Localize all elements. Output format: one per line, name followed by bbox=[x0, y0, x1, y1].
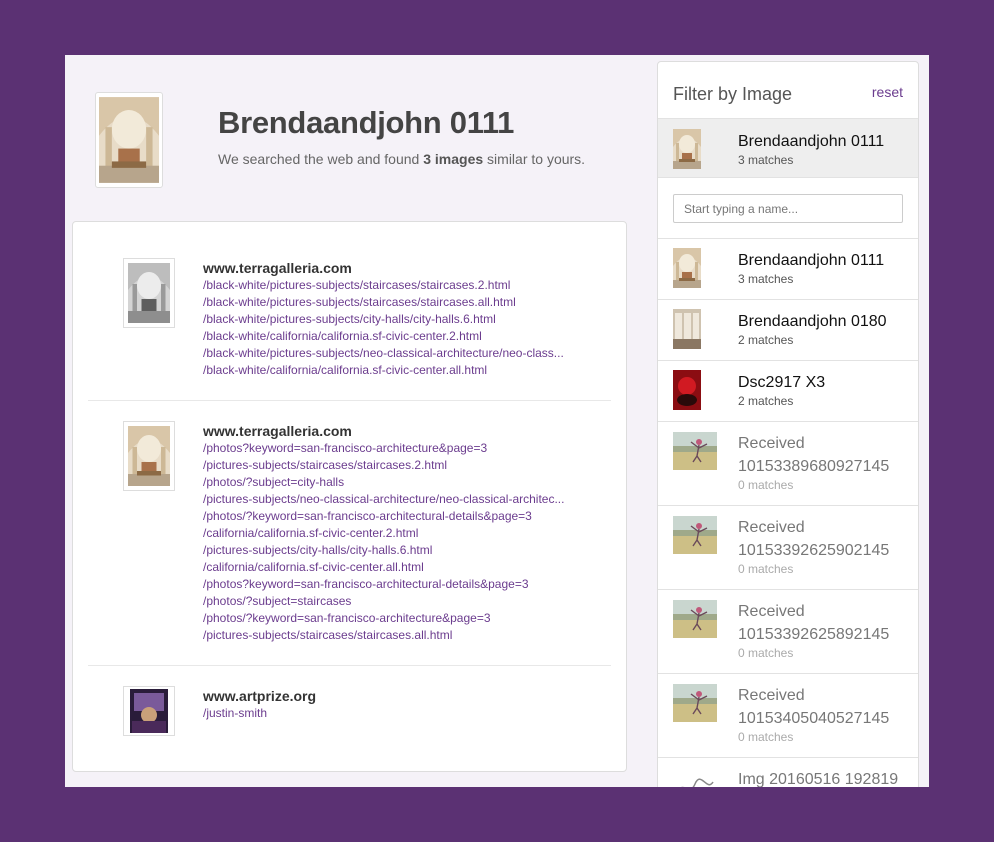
result-links: /justin-smith bbox=[203, 705, 583, 722]
result-link[interactable]: /pictures-subjects/city-halls/city-halls… bbox=[203, 542, 583, 559]
result-thumbnail[interactable] bbox=[123, 421, 175, 491]
image-list-item[interactable]: Received 10153389680927145 0 matches bbox=[658, 422, 918, 506]
image-list-item[interactable]: Received 10153392625892145 0 matches bbox=[658, 590, 918, 674]
image-name: Received 10153392625892145 bbox=[738, 603, 890, 643]
image-list-item[interactable]: Img 20160516 192819 bbox=[658, 758, 918, 787]
result-link[interactable]: /pictures-subjects/staircases/staircases… bbox=[203, 457, 583, 474]
image-thumbnail bbox=[673, 432, 717, 470]
image-list-item[interactable]: Dsc2917 X3 2 matches bbox=[658, 361, 918, 422]
match-count: 0 matches bbox=[738, 562, 794, 576]
image-list: Brendaandjohn 0111 3 matches Brendaandjo… bbox=[658, 238, 918, 787]
result-link[interactable]: /california/california.sf-civic-center.a… bbox=[203, 559, 583, 576]
image-thumbnail bbox=[673, 516, 717, 554]
result-link[interactable]: /black-white/pictures-subjects/city-hall… bbox=[203, 311, 583, 328]
result-link[interactable]: /black-white/california/california.sf-ci… bbox=[203, 328, 583, 345]
sidebar-title: Filter by Image bbox=[673, 84, 793, 104]
result-link[interactable]: /black-white/pictures-subjects/staircase… bbox=[203, 294, 583, 311]
summary-prefix: We searched the web and found bbox=[218, 151, 424, 167]
match-count: 2 matches bbox=[738, 394, 794, 408]
image-thumbnail bbox=[673, 768, 717, 787]
page-title: Brendaandjohn 0111 bbox=[218, 105, 515, 140]
match-count: 0 matches bbox=[738, 478, 794, 492]
result-site[interactable]: www.terragalleria.com bbox=[203, 423, 352, 439]
image-name: Img 20160516 192819 bbox=[738, 771, 899, 787]
selected-image: Brendaandjohn 0111 3 matches bbox=[658, 118, 918, 178]
image-thumbnail bbox=[673, 129, 701, 169]
query-image-thumbnail bbox=[95, 92, 163, 188]
result-item: www.artprize.org /justin-smith bbox=[88, 665, 611, 765]
result-site[interactable]: www.artprize.org bbox=[203, 688, 316, 704]
image-list-item[interactable]: Received 10153405040527145 0 matches bbox=[658, 674, 918, 758]
image-list-item[interactable]: Brendaandjohn 0180 2 matches bbox=[658, 300, 918, 361]
result-site[interactable]: www.terragalleria.com bbox=[203, 260, 352, 276]
match-count: 2 matches bbox=[738, 333, 794, 347]
filter-search-input[interactable] bbox=[673, 194, 903, 223]
result-link[interactable]: /pictures-subjects/staircases/staircases… bbox=[203, 627, 583, 644]
image-thumbnail bbox=[673, 370, 701, 410]
filter-sidebar: Filter by Image reset Brendaandjohn 0111… bbox=[657, 61, 919, 787]
image-name: Received 10153389680927145 bbox=[738, 435, 890, 475]
result-thumbnail[interactable] bbox=[123, 686, 175, 736]
image-thumbnail bbox=[673, 684, 717, 722]
result-link[interactable]: /black-white/pictures-subjects/staircase… bbox=[203, 277, 583, 294]
result-link[interactable]: /photos/?keyword=san-francisco-architect… bbox=[203, 508, 583, 525]
result-link[interactable]: /photos?keyword=san-francisco-architectu… bbox=[203, 440, 583, 457]
result-item: www.terragalleria.com /photos?keyword=sa… bbox=[88, 400, 611, 666]
result-link[interactable]: /pictures-subjects/neo-classical-archite… bbox=[203, 491, 583, 508]
match-count: 0 matches bbox=[738, 646, 794, 660]
result-links: /black-white/pictures-subjects/staircase… bbox=[203, 277, 583, 379]
image-name: Brendaandjohn 0111 bbox=[738, 133, 885, 150]
result-links: /photos?keyword=san-francisco-architectu… bbox=[203, 440, 583, 644]
result-link[interactable]: /justin-smith bbox=[203, 705, 583, 722]
query-image bbox=[99, 96, 159, 184]
summary-suffix: similar to yours. bbox=[483, 151, 586, 167]
image-thumbnail bbox=[673, 309, 701, 349]
result-link[interactable]: /photos?keyword=san-francisco-architectu… bbox=[203, 576, 583, 593]
result-link[interactable]: /california/california.sf-civic-center.2… bbox=[203, 525, 583, 542]
results-card: www.terragalleria.com /black-white/pictu… bbox=[72, 221, 627, 772]
result-link[interactable]: /black-white/california/california.sf-ci… bbox=[203, 362, 583, 379]
image-name: Received 10153392625902145 bbox=[738, 519, 890, 559]
reset-link[interactable]: reset bbox=[872, 84, 903, 100]
match-count: 3 matches bbox=[738, 153, 794, 167]
image-name: Brendaandjohn 0180 bbox=[738, 313, 887, 330]
image-name: Brendaandjohn 0111 bbox=[738, 252, 885, 269]
image-list-item[interactable]: Brendaandjohn 0111 3 matches bbox=[658, 239, 918, 300]
result-link[interactable]: /photos/?subject=staircases bbox=[203, 593, 583, 610]
match-count: 3 matches bbox=[738, 272, 794, 286]
search-summary: We searched the web and found 3 images s… bbox=[218, 151, 585, 167]
image-thumbnail bbox=[673, 248, 701, 288]
image-name: Received 10153405040527145 bbox=[738, 687, 890, 727]
image-list-item[interactable]: Received 10153392625902145 0 matches bbox=[658, 506, 918, 590]
result-link[interactable]: /photos/?keyword=san-francisco-architect… bbox=[203, 610, 583, 627]
result-thumbnail[interactable] bbox=[123, 258, 175, 328]
filter-search bbox=[673, 194, 903, 223]
result-link[interactable]: /black-white/pictures-subjects/neo-class… bbox=[203, 345, 583, 362]
image-name: Dsc2917 X3 bbox=[738, 374, 826, 391]
result-item: www.terragalleria.com /black-white/pictu… bbox=[88, 222, 611, 401]
image-thumbnail bbox=[673, 600, 717, 638]
result-link[interactable]: /photos/?subject=city-halls bbox=[203, 474, 583, 491]
main-panel: Brendaandjohn 0111 We searched the web a… bbox=[65, 55, 929, 787]
match-count: 0 matches bbox=[738, 730, 794, 744]
summary-count: 3 images bbox=[423, 151, 484, 167]
